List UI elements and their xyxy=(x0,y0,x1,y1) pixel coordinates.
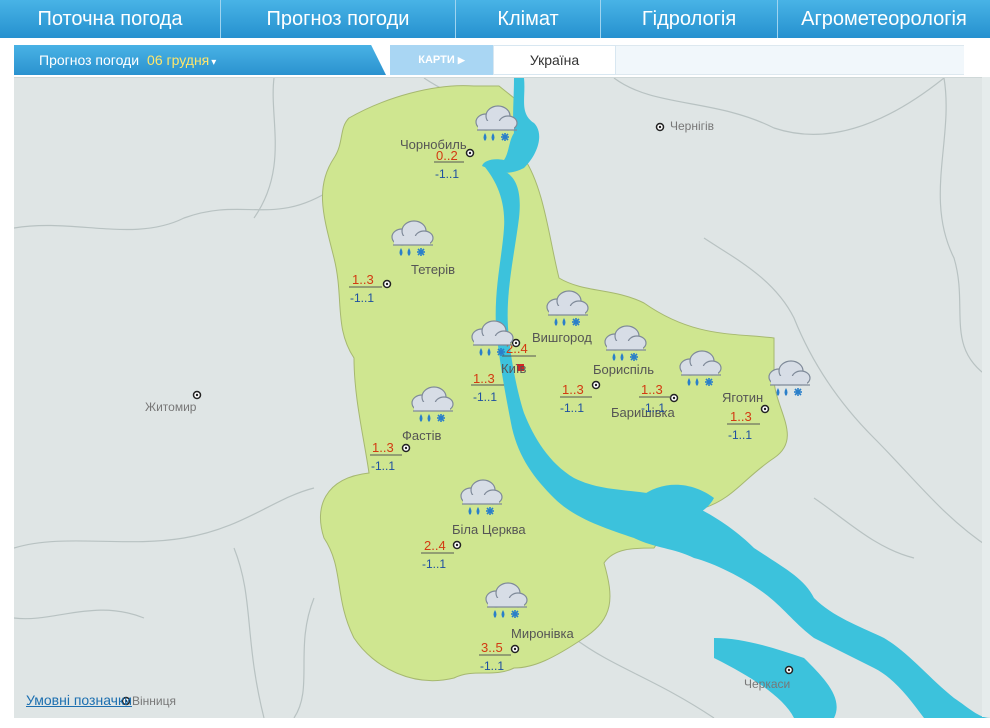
svg-text:Чернігів: Чернігів xyxy=(670,119,714,133)
region-tab-ukraine[interactable]: Україна xyxy=(493,45,616,75)
svg-text:-1..1: -1..1 xyxy=(422,557,446,571)
svg-text:1..3: 1..3 xyxy=(641,382,663,397)
svg-text:-1..1: -1..1 xyxy=(435,167,459,181)
city-chernihiv: Чернігів xyxy=(655,119,714,133)
maps-button[interactable]: КАРТИ ▶ xyxy=(390,45,493,75)
svg-text:1..3: 1..3 xyxy=(562,382,584,397)
svg-text:Вишгород: Вишгород xyxy=(532,330,592,345)
svg-text:0..2: 0..2 xyxy=(436,148,458,163)
svg-text:2..4: 2..4 xyxy=(424,538,446,553)
city-zhytomyr: Житомир xyxy=(145,390,202,414)
triangle-right-icon: ▶ xyxy=(457,54,465,65)
svg-text:Київ: Київ xyxy=(501,361,526,376)
svg-text:-1..1: -1..1 xyxy=(371,459,395,473)
forecast-date[interactable]: 06 грудня xyxy=(147,52,209,68)
svg-text:Черкаси: Черкаси xyxy=(744,677,790,691)
maps-label: КАРТИ xyxy=(418,54,455,66)
sub-nav: Прогноз погоди 06 грудня ▾ КАРТИ ▶ Украї… xyxy=(14,45,964,75)
svg-text:-1..1: -1..1 xyxy=(350,291,374,305)
svg-text:Вінниця: Вінниця xyxy=(132,694,176,708)
svg-text:1..3: 1..3 xyxy=(372,440,394,455)
svg-text:-1..1: -1..1 xyxy=(473,390,497,404)
svg-text:Житомир: Житомир xyxy=(145,400,197,414)
forecast-date-selector[interactable]: Прогноз погоди 06 грудня ▾ xyxy=(14,45,386,75)
svg-text:Яготин: Яготин xyxy=(722,390,763,405)
svg-text:-1..1: -1..1 xyxy=(641,401,665,415)
tab-hydrology[interactable]: Гідрологія xyxy=(601,0,778,38)
tab-climate[interactable]: Клімат xyxy=(456,0,601,38)
svg-text:Миронівка: Миронівка xyxy=(511,626,574,641)
svg-text:-1..1: -1..1 xyxy=(560,401,584,415)
forecast-label: Прогноз погоди xyxy=(39,52,140,68)
svg-text:3..5: 3..5 xyxy=(481,640,503,655)
legend-link[interactable]: Умовні позначки xyxy=(26,692,132,708)
forecast-map: Чернігів Житомир Черкаси Вінниця Чорноби… xyxy=(14,77,990,718)
kyiv-region-area xyxy=(320,85,788,682)
svg-text:Тетерів: Тетерів xyxy=(411,262,455,277)
svg-text:-1..1: -1..1 xyxy=(728,428,752,442)
svg-text:Біла Церква: Біла Церква xyxy=(452,522,526,537)
svg-text:1..3: 1..3 xyxy=(473,371,495,386)
tab-agrometeorology[interactable]: Агрометеорологія xyxy=(778,0,990,38)
svg-text:-1..1: -1..1 xyxy=(480,659,504,673)
svg-text:Фастів: Фастів xyxy=(402,428,441,443)
tab-current-weather[interactable]: Поточна погода xyxy=(0,0,221,38)
main-nav: Поточна погода Прогноз погоди Клімат Гід… xyxy=(0,0,990,40)
svg-text:1..3: 1..3 xyxy=(730,409,752,424)
subnav-filler xyxy=(616,45,964,75)
chevron-down-icon[interactable]: ▾ xyxy=(211,57,216,68)
scroll-edge xyxy=(982,77,990,717)
tab-forecast[interactable]: Прогноз погоди xyxy=(221,0,456,38)
svg-text:1..3: 1..3 xyxy=(352,272,374,287)
svg-text:Бориспіль: Бориспіль xyxy=(593,362,654,377)
